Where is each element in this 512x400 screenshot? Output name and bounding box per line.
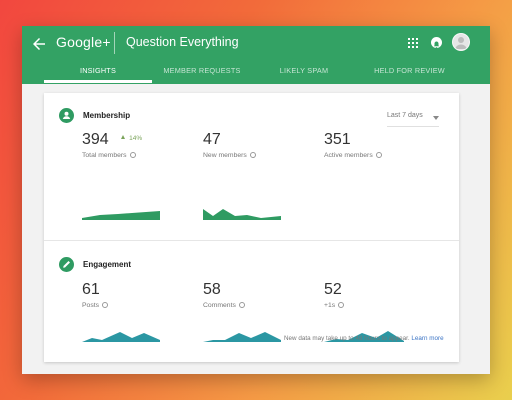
info-icon[interactable]: [129, 152, 136, 158]
metric-posts: 61 Posts: [82, 281, 192, 309]
notifications-icon[interactable]: [431, 37, 442, 48]
tab-held-for-review[interactable]: HELD FOR REVIEW: [357, 64, 462, 84]
metric-value: 61: [82, 281, 100, 298]
up-arrow-icon: [121, 135, 126, 139]
tab-member-requests[interactable]: MEMBER REQUESTS: [152, 64, 252, 84]
metric-label: +1s: [324, 302, 336, 309]
comments-sparkline: [203, 332, 281, 342]
metric-comments: 58 Comments: [203, 281, 313, 309]
metric-value: 351: [324, 131, 351, 148]
metric-total-members: 394 14% Total members: [82, 131, 192, 159]
metric-value: 394: [82, 131, 109, 148]
community-title: Question Everything: [126, 35, 239, 49]
metric-label: New members: [203, 152, 247, 159]
app-bar: Google+ Question Everything INSIGHTS MEM…: [22, 26, 490, 84]
note-text: New data may take up to 48 hours to appe…: [284, 335, 410, 342]
metric-label: Total members: [82, 152, 127, 159]
person-icon: [455, 37, 467, 49]
insights-card: Membership Last 7 days 394 14% Total mem…: [44, 93, 459, 362]
appbar-divider: [114, 32, 115, 54]
metric-value: 47: [203, 131, 221, 148]
new-members-sparkline: [203, 209, 281, 220]
active-tab-indicator: [44, 80, 152, 83]
dropdown-caret-icon: [433, 116, 439, 120]
info-icon[interactable]: [338, 302, 345, 308]
learn-more-link[interactable]: Learn more: [411, 335, 443, 342]
tab-likely-spam[interactable]: LIKELY SPAM: [254, 64, 354, 84]
date-range-select[interactable]: Last 7 days: [387, 112, 439, 127]
membership-title: Membership: [83, 111, 131, 120]
engagement-title: Engagement: [83, 260, 132, 269]
info-icon[interactable]: [375, 152, 382, 158]
info-icon[interactable]: [249, 152, 256, 158]
membership-person-icon: [59, 108, 74, 123]
apps-grid-icon[interactable]: [408, 38, 418, 48]
posts-sparkline: [82, 332, 160, 342]
info-icon[interactable]: [102, 302, 108, 308]
date-range-value: Last 7 days: [387, 112, 423, 119]
growth-badge: 14%: [121, 135, 142, 142]
metric-value: 58: [203, 281, 221, 298]
info-icon[interactable]: [238, 302, 245, 308]
section-divider: [44, 240, 459, 241]
back-arrow-icon[interactable]: [30, 35, 48, 53]
metric-label: Comments: [203, 302, 236, 309]
metric-plus-ones: 52 +1s: [324, 281, 434, 309]
data-delay-note: New data may take up to 48 hours to appe…: [284, 335, 444, 342]
google-plus-logo[interactable]: Google+: [56, 34, 111, 50]
bell-icon: [433, 41, 440, 48]
metric-label: Active members: [324, 152, 373, 159]
metric-new-members: 47 New members: [203, 131, 313, 159]
total-members-sparkline: [82, 211, 160, 220]
metric-active-members: 351 Active members: [324, 131, 434, 159]
user-avatar[interactable]: [452, 33, 470, 51]
browser-window: Google+ Question Everything INSIGHTS MEM…: [22, 26, 490, 374]
metric-label: Posts: [82, 302, 99, 309]
engagement-pencil-icon: [59, 257, 74, 272]
metric-value: 52: [324, 281, 342, 298]
